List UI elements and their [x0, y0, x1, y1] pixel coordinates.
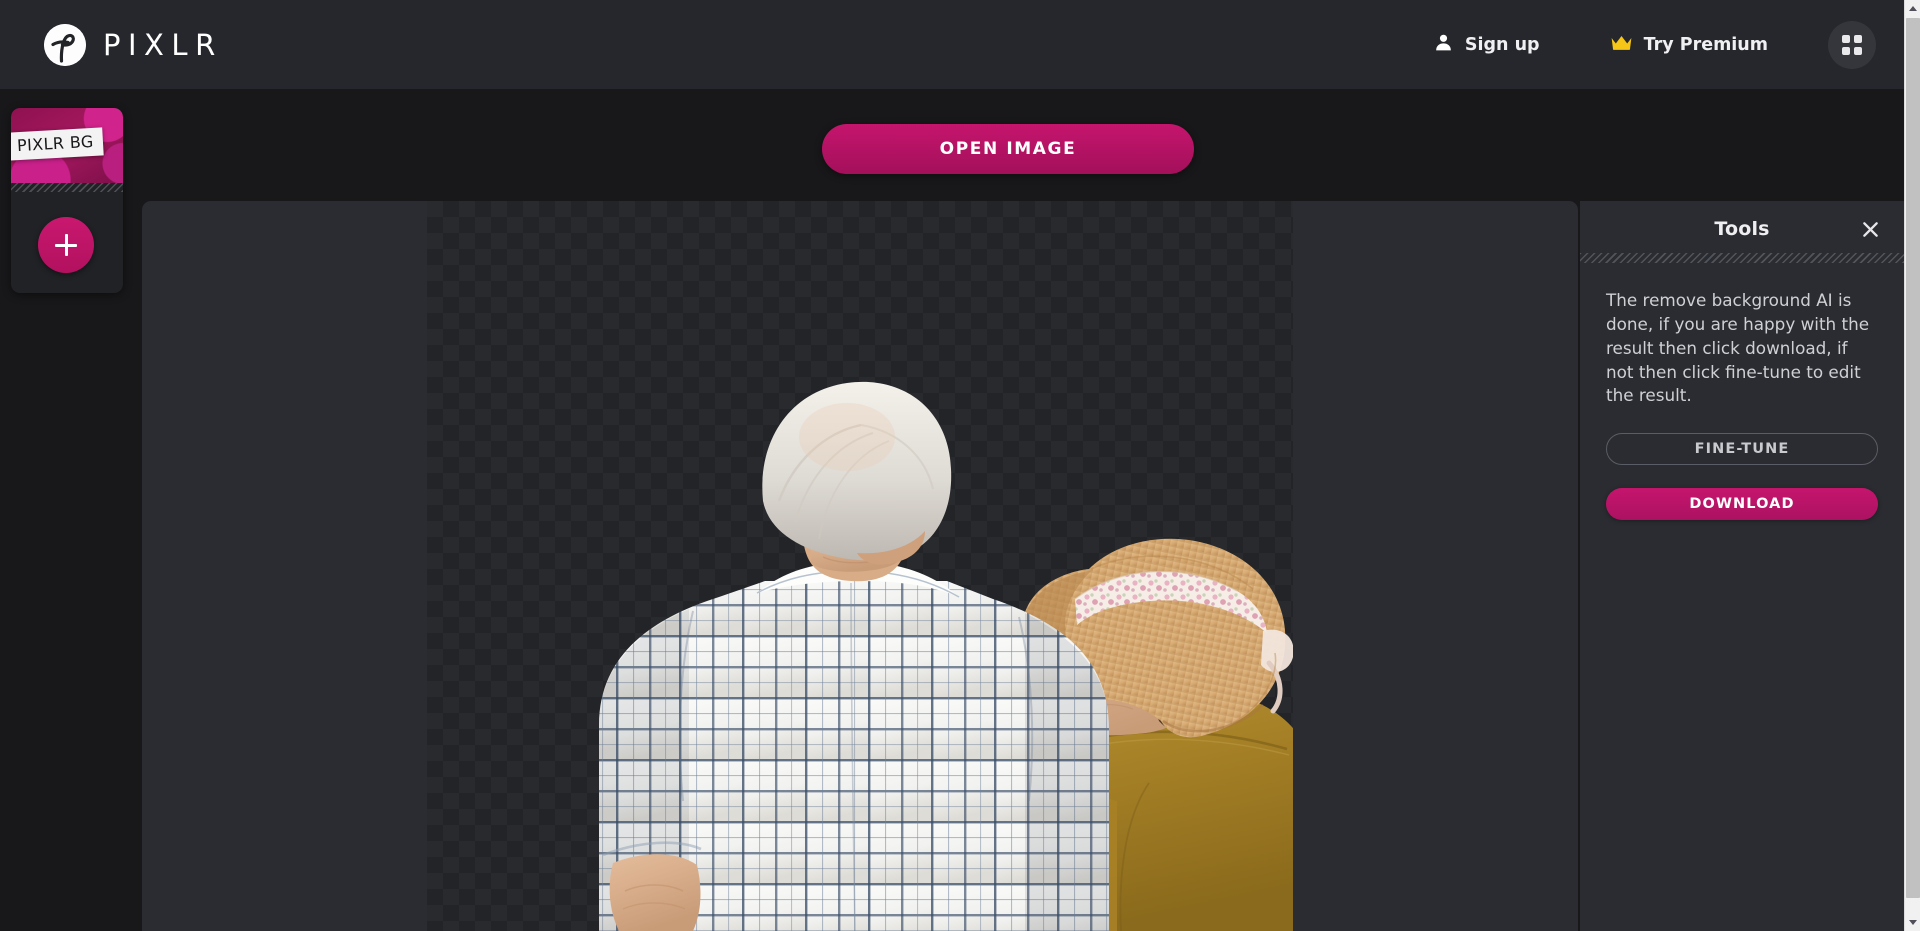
tools-description: The remove background AI is done, if you… [1606, 290, 1870, 406]
browser-viewport: PIXLR Sign up Try Premium PIXLR BG OPEN … [0, 0, 1920, 931]
pixlr-logo-text: PIXLR [103, 27, 223, 62]
open-image-button[interactable]: OPEN IMAGE [822, 124, 1194, 174]
scroll-up-arrow-icon[interactable] [1905, 0, 1920, 17]
pixlr-app-page: PIXLR Sign up Try Premium PIXLR BG OPEN … [0, 0, 1904, 931]
layer-dock: PIXLR BG [11, 108, 123, 293]
image-canvas[interactable] [427, 201, 1293, 931]
header-actions: Sign up Try Premium [1417, 20, 1876, 69]
tools-panel-title: Tools [1714, 218, 1770, 240]
download-button[interactable]: DOWNLOAD [1606, 488, 1878, 521]
scroll-down-arrow-icon[interactable] [1905, 914, 1920, 931]
scrollbar-thumb[interactable] [1906, 18, 1920, 898]
fine-tune-button[interactable]: FINE-TUNE [1606, 433, 1878, 466]
tools-panel: Tools The remove background AI is done, … [1580, 201, 1904, 931]
pixlr-logo[interactable]: PIXLR [44, 23, 223, 66]
try-premium-button[interactable]: Try Premium [1594, 23, 1784, 67]
tools-panel-body: The remove background AI is done, if you… [1580, 263, 1904, 521]
sign-up-button[interactable]: Sign up [1417, 22, 1556, 68]
layer-thumbnail-label: PIXLR BG [11, 127, 104, 161]
add-layer-button[interactable] [38, 217, 94, 273]
tools-panel-divider [1580, 253, 1904, 263]
close-icon[interactable] [1858, 217, 1882, 241]
app-header: PIXLR Sign up Try Premium [0, 0, 1904, 89]
crown-icon [1610, 33, 1633, 57]
try-premium-label: Try Premium [1643, 34, 1768, 55]
edited-photo[interactable] [427, 201, 1293, 931]
plus-icon [55, 234, 77, 256]
person-icon [1433, 32, 1454, 58]
pixlr-logo-icon [44, 23, 86, 66]
apps-grid-icon [1842, 34, 1862, 55]
editor-workspace[interactable] [142, 201, 1578, 931]
browser-scrollbar[interactable] [1904, 0, 1920, 931]
apps-grid-button[interactable] [1828, 20, 1876, 69]
dock-divider [11, 183, 123, 192]
tools-panel-header: Tools [1580, 201, 1904, 257]
sign-up-label: Sign up [1464, 34, 1540, 55]
